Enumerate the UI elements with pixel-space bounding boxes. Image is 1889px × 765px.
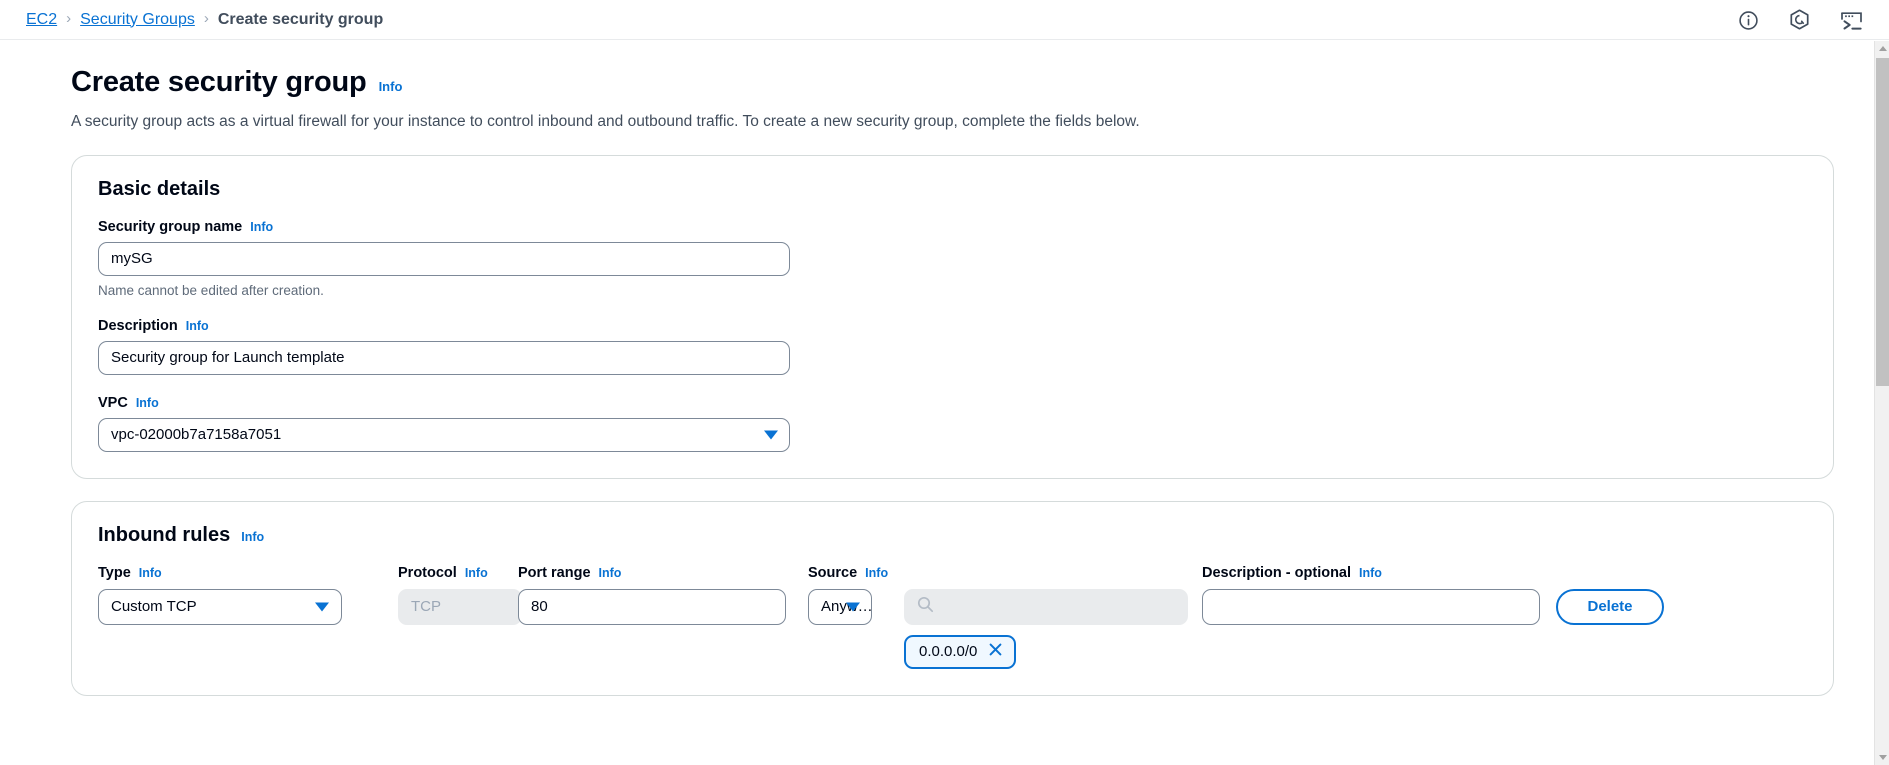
column-header-type: Type Info (98, 565, 398, 581)
rule-type-cell: Custom TCP (98, 588, 398, 625)
security-group-name-input[interactable] (98, 241, 790, 276)
source-token: 0.0.0.0/0 (904, 634, 1017, 669)
column-header-port-range: Port range Info (518, 565, 768, 581)
breadcrumb-item-security-groups[interactable]: Security Groups (80, 11, 195, 29)
security-group-name-info-link[interactable]: Info (250, 220, 273, 234)
breadcrumb-item-current: Create security group (217, 10, 384, 28)
search-icon (917, 596, 934, 618)
topbar-icon-group (1738, 0, 1863, 40)
inbound-rules-heading: Inbound rules (98, 523, 231, 546)
description-field: Description Info (98, 318, 1807, 375)
inbound-rules-info-link[interactable]: Info (241, 530, 264, 544)
inbound-rules-card: Inbound rules Info Type Info Protocol In… (71, 500, 1834, 696)
page-header: Create security group Info A security gr… (0, 40, 1860, 133)
column-info-link-protocol[interactable]: Info (465, 566, 488, 580)
scroll-down-arrow-icon[interactable] (1875, 750, 1889, 765)
basic-details-card: Basic details Security group name Info N… (71, 154, 1834, 479)
breadcrumb-separator-icon: › (66, 10, 72, 27)
inbound-rules-column-headers: Type Info Protocol Info Port range Info … (98, 565, 1807, 581)
column-label-description: Description - optional (1202, 564, 1352, 581)
description-info-link[interactable]: Info (186, 319, 209, 333)
column-label-port-range: Port range (518, 564, 591, 581)
breadcrumb-item-ec2[interactable]: EC2 (26, 11, 57, 29)
description-label: Description (98, 317, 178, 334)
delete-rule-button[interactable]: Delete (1556, 588, 1664, 625)
rule-protocol-input-disabled: TCP (398, 588, 522, 625)
rule-type-select[interactable]: Custom TCP (98, 588, 342, 625)
page-content: Create security group Info A security gr… (0, 40, 1860, 764)
vpc-field: VPC Info vpc-02000b7a7158a7051 (98, 395, 1807, 452)
vpc-label: VPC (98, 394, 128, 411)
vpc-select[interactable]: vpc-02000b7a7158a7051 (98, 417, 790, 452)
scrollbar-thumb[interactable] (1876, 58, 1889, 386)
rule-source-cell: Anyw… 0.0.0.0/0 (768, 588, 1188, 669)
chevron-down-icon (764, 430, 778, 440)
column-info-link-port-range[interactable]: Info (599, 566, 622, 580)
column-header-description: Description - optional Info (1188, 565, 1807, 581)
page-scroll-region: Create security group Info A security gr… (0, 40, 1889, 764)
rule-protocol-cell: TCP (398, 588, 522, 625)
column-label-source: Source (808, 564, 858, 581)
column-info-link-type[interactable]: Info (139, 566, 162, 580)
page-title: Create security group (71, 66, 367, 98)
rule-source-type-select[interactable]: Anyw… (808, 588, 872, 625)
vpc-select-value: vpc-02000b7a7158a7051 (111, 426, 282, 444)
column-info-link-source[interactable]: Info (865, 566, 888, 580)
column-label-protocol: Protocol (398, 564, 457, 581)
top-navigation-bar: EC2 › Security Groups › Create security … (0, 0, 1889, 40)
aws-q-hexagon-icon[interactable] (1789, 9, 1810, 31)
scroll-up-arrow-icon[interactable] (1875, 41, 1889, 56)
rule-type-value: Custom TCP (111, 598, 197, 616)
security-group-name-label: Security group name (98, 218, 243, 235)
rule-port-range-input[interactable] (518, 588, 786, 625)
vpc-info-link[interactable]: Info (136, 396, 159, 410)
rule-port-range-cell (518, 588, 786, 625)
rule-source-search-input-disabled (904, 588, 1188, 625)
vertical-scrollbar[interactable] (1874, 41, 1889, 765)
source-token-label: 0.0.0.0/0 (919, 643, 978, 661)
security-group-name-field: Security group name Info Name cannot be … (98, 219, 1807, 298)
remove-token-close-icon[interactable] (988, 642, 1003, 661)
column-header-source: Source Info (768, 565, 1188, 581)
column-label-type: Type (98, 564, 131, 581)
chevron-down-icon (315, 602, 329, 612)
column-info-link-description[interactable]: Info (1359, 566, 1382, 580)
info-circle-icon[interactable] (1738, 10, 1759, 31)
cloudshell-terminal-icon[interactable] (1840, 10, 1863, 31)
description-input[interactable] (98, 340, 790, 375)
security-group-name-hint: Name cannot be edited after creation. (98, 282, 324, 298)
inbound-rule-row: Custom TCP TCP Anyw… (98, 588, 1807, 669)
rule-protocol-value: TCP (411, 598, 441, 616)
basic-details-heading: Basic details (98, 177, 221, 200)
page-description: A security group acts as a virtual firew… (71, 113, 1140, 130)
page-title-info-link[interactable]: Info (379, 79, 403, 94)
chevron-down-icon (846, 602, 860, 612)
breadcrumb-separator-icon: › (203, 10, 209, 27)
column-header-protocol: Protocol Info (398, 565, 518, 581)
breadcrumb: EC2 › Security Groups › Create security … (26, 11, 383, 29)
rule-description-cell: Delete (1188, 588, 1807, 625)
rule-description-input[interactable] (1202, 588, 1540, 625)
